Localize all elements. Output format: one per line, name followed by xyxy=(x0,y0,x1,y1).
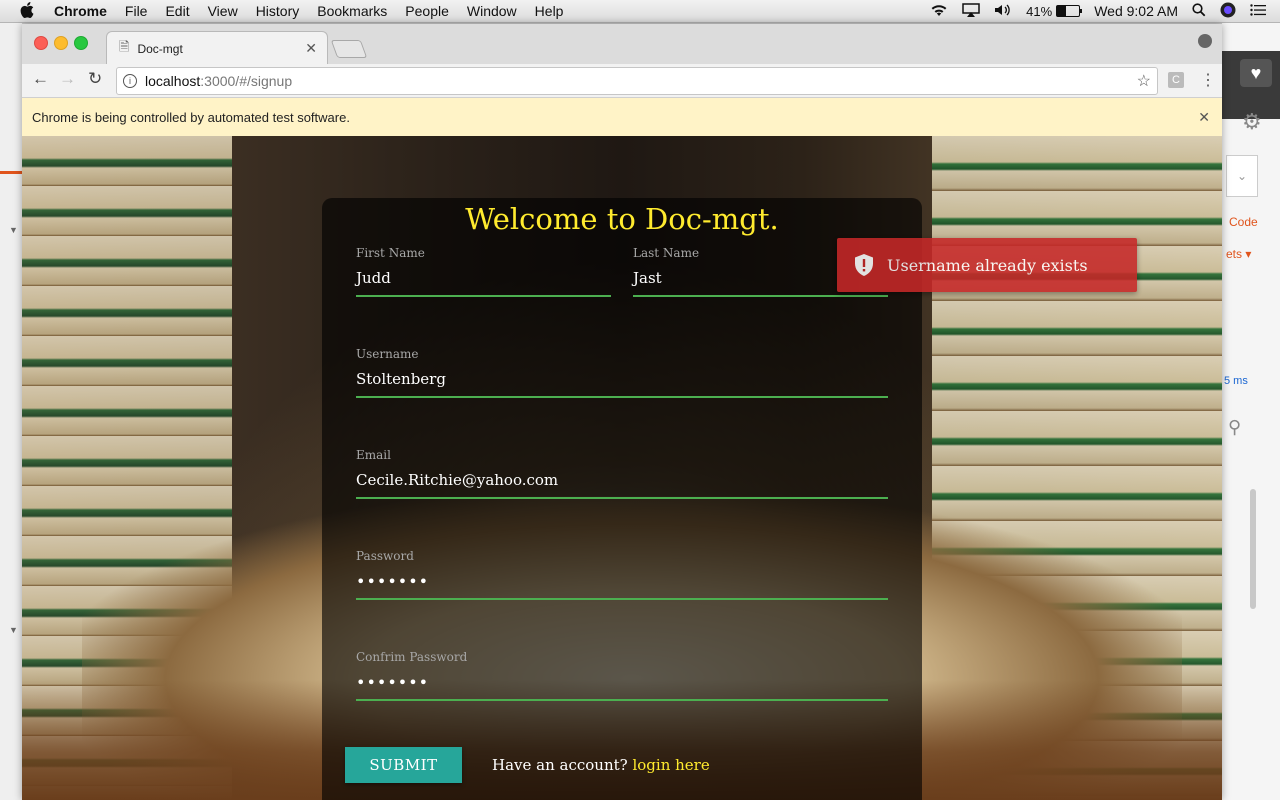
background-window-right: ♥ ⚙ ⌄ Code ets ▾ 5 ms ⚲ xyxy=(1222,23,1280,800)
tab-strip: 🗎 Doc-mgt ✕ xyxy=(22,24,1222,65)
tab-close-icon[interactable]: ✕ xyxy=(305,40,317,57)
macos-menu-bar: Chrome File Edit View History Bookmarks … xyxy=(0,0,1280,23)
signup-card: Welcome to Doc-mgt. First Name Judd Last… xyxy=(322,198,922,800)
spotlight-search-icon[interactable] xyxy=(1192,2,1206,20)
username-field[interactable]: Username Stoltenberg xyxy=(356,347,888,398)
wifi-icon[interactable] xyxy=(930,3,948,20)
apple-icon[interactable] xyxy=(20,1,34,21)
chevron-down-icon: ⌄ xyxy=(1226,155,1258,197)
background-dropdown: ets ▾ xyxy=(1226,247,1252,261)
have-account-text: Have an account? xyxy=(492,756,628,774)
window-close-button[interactable] xyxy=(34,36,48,50)
menu-help[interactable]: Help xyxy=(535,3,564,19)
page-title: Welcome to Doc-mgt. xyxy=(465,202,779,236)
tab-title: Doc-mgt xyxy=(137,41,183,56)
reload-icon[interactable]: ↻ xyxy=(88,69,102,89)
window-minimize-button[interactable] xyxy=(54,36,68,50)
menu-history[interactable]: History xyxy=(256,3,300,19)
new-tab-button[interactable] xyxy=(330,40,368,58)
email-field[interactable]: Email Cecile.Ritchie@yahoo.com xyxy=(356,448,888,499)
confirm-password-label: Confrim Password xyxy=(356,650,468,664)
confirm-password-field[interactable]: Confrim Password ••••••• xyxy=(356,650,888,701)
browser-toolbar: ← → ↻ i localhost:3000/#/signup ☆ C ⋮ xyxy=(22,64,1222,98)
battery-level xyxy=(1057,6,1067,16)
submit-button[interactable]: SUBMIT xyxy=(345,747,462,783)
first-name-input[interactable]: Judd xyxy=(356,269,611,291)
background-accent-bar xyxy=(0,171,22,174)
background-window-left: ▼ ▼ xyxy=(0,23,22,800)
browser-window: 🗎 Doc-mgt ✕ ← → ↻ i localhost:3000/#/sig… xyxy=(22,24,1222,800)
email-label: Email xyxy=(356,448,391,462)
back-arrow-icon[interactable]: ← xyxy=(32,69,49,89)
battery-icon[interactable] xyxy=(1056,5,1083,17)
battery-percent: 41% xyxy=(1026,3,1053,19)
password-field[interactable]: Password ••••••• xyxy=(356,549,888,600)
bookmark-star-icon[interactable]: ☆ xyxy=(1137,71,1151,91)
notification-center-icon[interactable] xyxy=(1250,3,1266,19)
login-link[interactable]: login here xyxy=(632,756,709,774)
site-info-icon[interactable]: i xyxy=(123,74,137,88)
menu-bar-status-area: 41% Wed 9:02 AM xyxy=(930,0,1280,22)
menu-bookmarks[interactable]: Bookmarks xyxy=(317,3,387,19)
first-name-field[interactable]: First Name Judd xyxy=(356,246,611,297)
caret-down-icon: ▼ xyxy=(9,625,18,635)
volume-icon[interactable] xyxy=(994,3,1012,20)
address-bar[interactable]: i localhost:3000/#/signup ☆ xyxy=(116,67,1158,95)
email-input[interactable]: Cecile.Ritchie@yahoo.com xyxy=(356,471,888,493)
extension-icon[interactable]: C xyxy=(1168,72,1184,88)
airplay-icon[interactable] xyxy=(962,2,980,20)
shield-alert-icon xyxy=(855,254,873,276)
menu-app-name[interactable]: Chrome xyxy=(54,3,107,19)
input-underline xyxy=(356,598,888,600)
menu-file[interactable]: File xyxy=(125,3,148,19)
forward-arrow-icon[interactable]: → xyxy=(59,69,76,89)
menu-people[interactable]: People xyxy=(405,3,449,19)
chrome-menu-icon[interactable]: ⋮ xyxy=(1200,70,1216,90)
username-input[interactable]: Stoltenberg xyxy=(356,370,888,392)
password-label: Password xyxy=(356,549,414,563)
error-toast: Username already exists xyxy=(837,238,1137,292)
menu-edit[interactable]: Edit xyxy=(165,3,189,19)
input-underline xyxy=(356,295,611,297)
automation-infobar: Chrome is being controlled by automated … xyxy=(22,98,1222,137)
menu-window[interactable]: Window xyxy=(467,3,517,19)
input-underline xyxy=(356,699,888,701)
browser-tab[interactable]: 🗎 Doc-mgt ✕ xyxy=(106,31,328,65)
gear-icon: ⚙ xyxy=(1242,109,1262,134)
clock[interactable]: Wed 9:02 AM xyxy=(1094,3,1178,19)
login-prompt: Have an account? login here xyxy=(492,756,710,774)
page-content: Welcome to Doc-mgt. First Name Judd Last… xyxy=(22,136,1222,800)
input-underline xyxy=(356,497,888,499)
username-label: Username xyxy=(356,347,419,361)
siri-icon[interactable] xyxy=(1220,2,1236,21)
toast-message: Username already exists xyxy=(887,255,1088,275)
input-underline xyxy=(356,396,888,398)
first-name-label: First Name xyxy=(356,246,425,260)
url-host: localhost xyxy=(145,73,201,89)
input-underline xyxy=(633,295,888,297)
password-input[interactable]: ••••••• xyxy=(356,572,888,594)
caret-down-icon: ▼ xyxy=(9,225,18,235)
background-scrollbar xyxy=(1250,489,1256,609)
heart-icon: ♥ xyxy=(1240,59,1272,87)
profile-avatar-icon[interactable] xyxy=(1198,34,1212,48)
window-zoom-button[interactable] xyxy=(74,36,88,50)
url-path: :3000/#/signup xyxy=(200,73,293,89)
background-timing: 5 ms xyxy=(1224,375,1248,387)
menu-view[interactable]: View xyxy=(208,3,238,19)
search-icon: ⚲ xyxy=(1228,417,1242,437)
page-icon: 🗎 xyxy=(119,38,130,54)
infobar-message: Chrome is being controlled by automated … xyxy=(32,109,350,125)
confirm-password-input[interactable]: ••••••• xyxy=(356,673,888,695)
background-code-link: Code xyxy=(1229,215,1258,229)
infobar-close-icon[interactable]: ✕ xyxy=(1198,109,1210,126)
